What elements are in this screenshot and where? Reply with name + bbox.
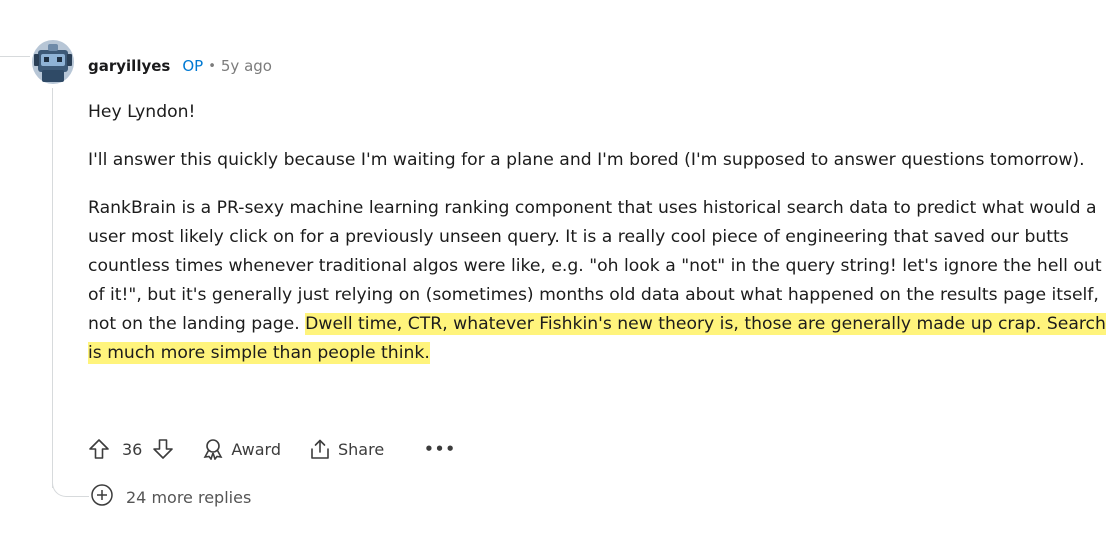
- more-replies-button[interactable]: 24 more replies: [90, 484, 251, 510]
- comment-body: Hey Lyndon! I'll answer this quickly bec…: [88, 98, 1108, 387]
- thread-line: [0, 36, 30, 57]
- plus-circle-icon: [90, 483, 114, 511]
- timestamp[interactable]: 5y ago: [221, 57, 272, 75]
- thread-line[interactable]: [52, 88, 53, 488]
- ellipsis-icon[interactable]: •••: [424, 440, 456, 458]
- comment-paragraph: RankBrain is a PR-sexy machine learning …: [88, 194, 1108, 368]
- avatar[interactable]: [30, 38, 76, 86]
- award-icon: [202, 438, 224, 460]
- username-link[interactable]: garyillyes: [88, 57, 170, 75]
- comment-actions: 36 Award Share •••: [88, 433, 456, 465]
- award-button[interactable]: Award: [202, 438, 281, 460]
- arrow-down-icon[interactable]: [152, 438, 174, 460]
- comment-paragraph: Hey Lyndon!: [88, 102, 196, 122]
- award-label: Award: [231, 439, 281, 459]
- more-replies-label: 24 more replies: [126, 487, 252, 507]
- share-icon: [309, 438, 331, 460]
- op-badge: OP: [182, 57, 204, 75]
- vote-count: 36: [122, 439, 143, 459]
- meta-separator: •: [208, 58, 216, 74]
- comment-header: garyillyes OP • 5y ago: [88, 54, 272, 78]
- share-button[interactable]: Share: [309, 438, 384, 460]
- share-label: Share: [338, 439, 385, 459]
- thread-line-elbow: [52, 478, 89, 497]
- comment-paragraph: I'll answer this quickly because I'm wai…: [88, 150, 1085, 170]
- arrow-up-icon[interactable]: [88, 438, 110, 460]
